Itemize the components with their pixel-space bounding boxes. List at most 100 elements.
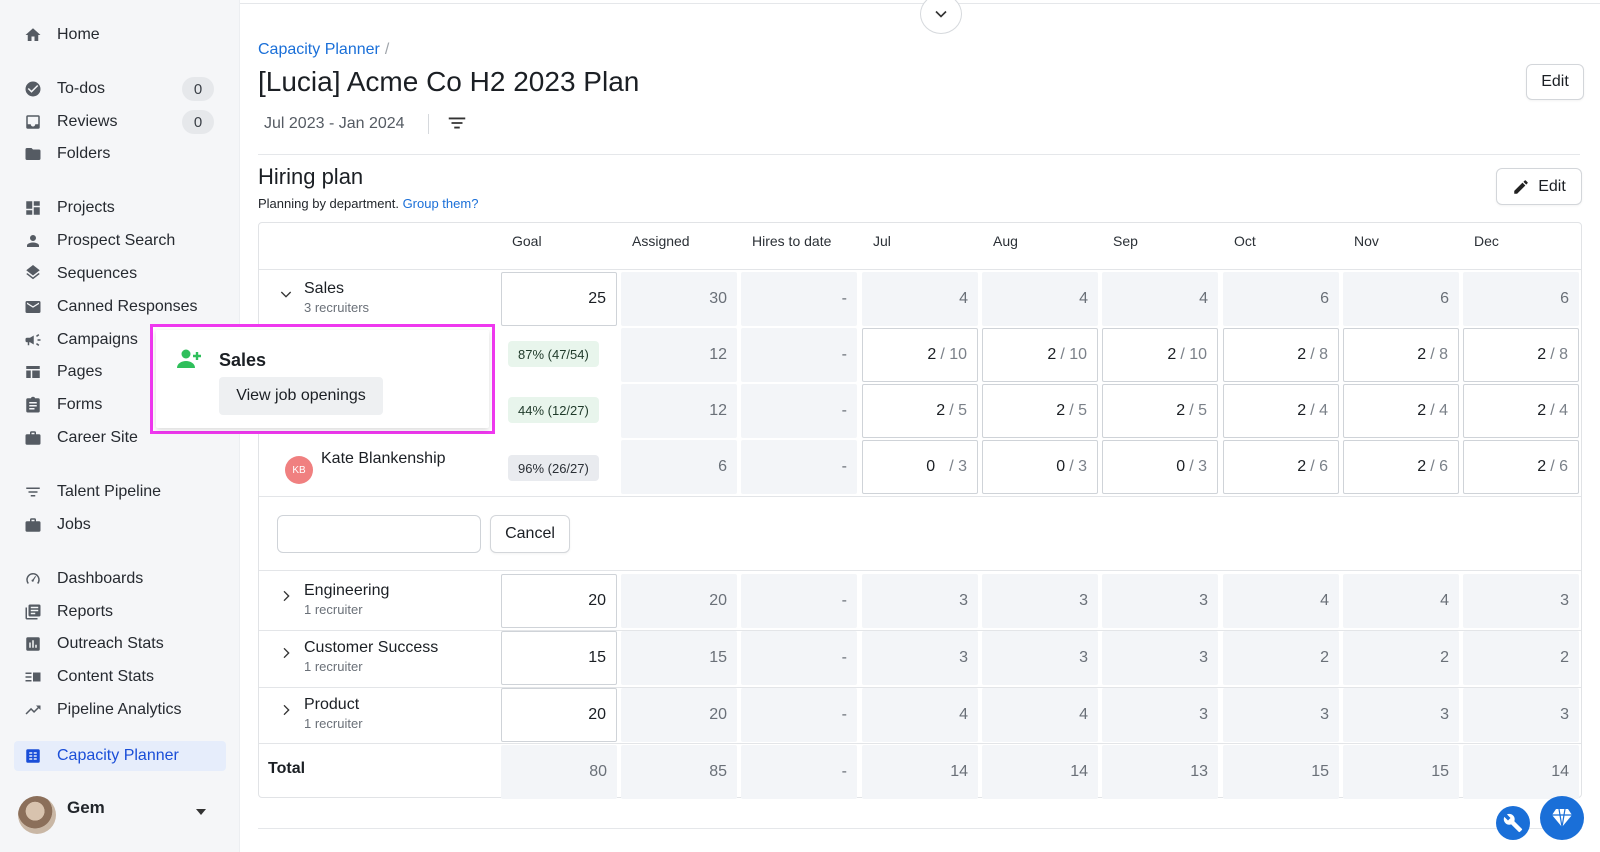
month-input[interactable]: 2/ 4 [1463,384,1579,438]
chevron-right-icon[interactable] [278,588,294,604]
reviews-count-badge: 0 [182,110,214,134]
sidebar-item-jobs[interactable]: Jobs [14,510,226,540]
divider [258,154,1580,155]
month-cell: 6 [1463,272,1579,326]
chevron-right-icon[interactable] [278,702,294,718]
total-goal-cell: 80 [501,745,617,799]
plan-edit-button[interactable]: Edit [1526,64,1584,100]
report-icon [23,602,43,622]
sidebar-item-projects[interactable]: Projects [14,193,226,223]
hires-cell: - [741,688,857,742]
goal-input[interactable]: 20 [501,574,617,628]
filter-icon[interactable] [446,112,468,134]
divider [259,743,1581,744]
hires-cell: - [741,384,857,438]
sidebar-item-sequences[interactable]: Sequences [14,259,226,289]
view-job-openings-button[interactable]: View job openings [219,377,383,415]
month-input[interactable]: 2/ 10 [982,328,1098,382]
month-cell: 3 [1463,574,1579,628]
month-input[interactable]: 2/ 4 [1343,384,1459,438]
month-input[interactable]: 2/ 4 [1223,384,1339,438]
hiring-plan-edit-button[interactable]: Edit [1496,168,1582,205]
caret-down-icon [196,809,206,815]
month-input[interactable]: 0/ 3 [862,440,978,494]
section-title: Hiring plan [258,164,364,189]
month-input[interactable]: 2/ 6 [1463,440,1579,494]
chevron-down-icon[interactable] [278,286,294,302]
column-header-nov: Nov [1354,233,1379,249]
month-cell: 3 [982,631,1098,685]
department-popover: Sales View job openings [150,324,495,434]
bar-chart-icon [23,634,43,654]
month-input[interactable]: 0/ 3 [1102,440,1218,494]
recruiter-name: Kate Blankenship [321,450,446,467]
sidebar-item-folders[interactable]: Folders [14,139,226,169]
home-icon [23,25,43,45]
column-header-assigned: Assigned [632,233,690,249]
breadcrumb-capacity-planner-link[interactable]: Capacity Planner [258,41,380,58]
department-row-product[interactable]: Product 1 recruiter [278,696,363,731]
cancel-button[interactable]: Cancel [490,515,570,553]
month-input[interactable]: 2/ 6 [1343,440,1459,494]
section-subtitle: Planning by department. Group them? [258,196,479,211]
month-cell: 3 [1102,688,1218,742]
sidebar-item-reviews[interactable]: Reviews 0 [14,107,226,137]
goal-input[interactable]: 15 [501,631,617,685]
collapse-header-button[interactable] [920,0,962,34]
month-input[interactable]: 2/ 6 [1223,440,1339,494]
month-cell: 6 [1223,272,1339,326]
total-month-cell: 14 [982,745,1098,799]
month-input[interactable]: 2/ 5 [862,384,978,438]
month-input[interactable]: 2/ 10 [862,328,978,382]
gem-assistant-button[interactable] [1540,796,1584,840]
month-cell: 2 [1463,631,1579,685]
inbox-icon [23,112,43,132]
date-range[interactable]: Jul 2023 - Jan 2024 [264,115,405,133]
sidebar-item-content-stats[interactable]: Content Stats [14,662,226,692]
column-header-goal: Goal [512,233,542,249]
department-row-customer-success[interactable]: Customer Success 1 recruiter [278,639,438,674]
clipboard-icon [23,395,43,415]
briefcase-icon [23,428,43,448]
sidebar-item-dashboards[interactable]: Dashboards [14,564,226,594]
briefcase-icon [23,515,43,535]
avatar: KB [285,456,313,484]
month-input[interactable]: 2/ 8 [1223,328,1339,382]
sidebar-item-talent-pipeline[interactable]: Talent Pipeline [14,477,226,507]
sidebar-item-capacity-planner[interactable]: Capacity Planner [14,741,226,771]
dashboard-grid-icon [23,198,43,218]
goal-input[interactable]: 20 [501,688,617,742]
divider [259,570,1581,571]
month-input[interactable]: 2/ 8 [1343,328,1459,382]
sidebar-item-canned-responses[interactable]: Canned Responses [14,292,226,322]
sidebar-item-pipeline-analytics[interactable]: Pipeline Analytics [14,695,226,725]
month-input[interactable]: 2/ 5 [1102,384,1218,438]
sidebar-item-todos[interactable]: To-dos 0 [14,74,226,104]
assigned-cell: 6 [621,440,737,494]
month-input[interactable]: 0/ 3 [982,440,1098,494]
total-month-cell: 15 [1223,745,1339,799]
sidebar-item-home[interactable]: Home [14,20,226,50]
sidebar-item-reports[interactable]: Reports [14,597,226,627]
user-menu[interactable]: Gem [18,794,224,836]
divider [259,496,1581,497]
calendar-grid-icon [23,746,43,766]
group-them-link[interactable]: Group them? [403,196,479,211]
month-input[interactable]: 2/ 10 [1102,328,1218,382]
month-input[interactable]: 2/ 8 [1463,328,1579,382]
sidebar-item-outreach-stats[interactable]: Outreach Stats [14,629,226,659]
month-cell: 3 [862,631,978,685]
add-recruiter-input[interactable] [277,515,481,553]
department-row-sales[interactable]: Sales 3 recruiters [278,280,369,315]
month-cell: 4 [982,272,1098,326]
sidebar-item-prospect-search[interactable]: Prospect Search [14,226,226,256]
department-row-engineering[interactable]: Engineering 1 recruiter [278,582,389,617]
month-input[interactable]: 2/ 5 [982,384,1098,438]
hires-cell: - [741,272,857,326]
chevron-right-icon[interactable] [278,645,294,661]
column-header-jul: Jul [873,233,891,249]
tools-button[interactable] [1496,806,1530,840]
column-header-aug: Aug [993,233,1018,249]
total-label: Total [268,760,306,777]
goal-input[interactable]: 25 [501,272,617,326]
